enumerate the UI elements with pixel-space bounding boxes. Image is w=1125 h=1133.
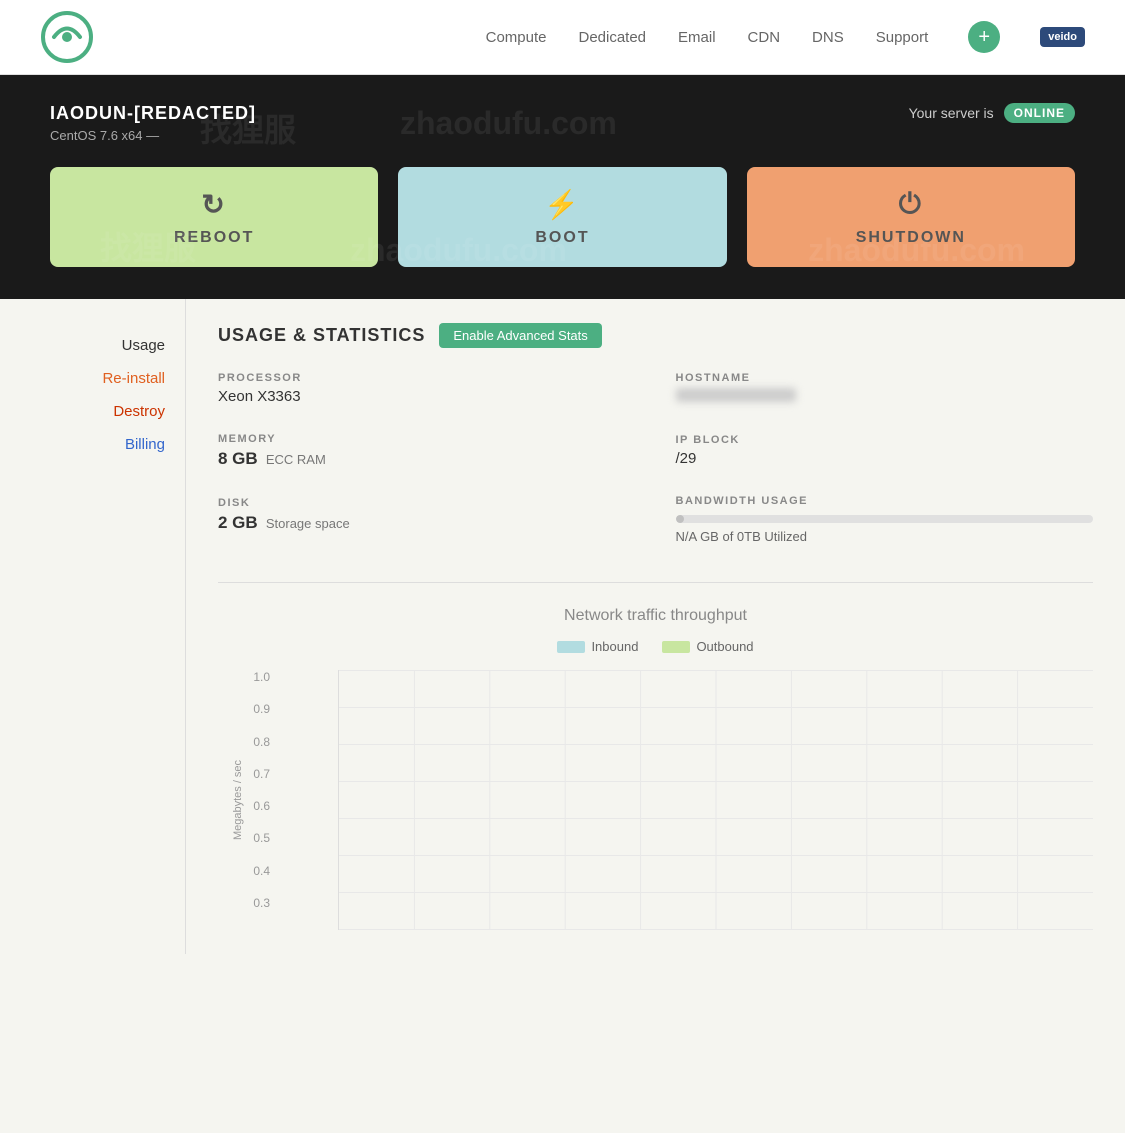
memory-unit: ECC RAM xyxy=(266,452,326,467)
y-label-05: 0.5 xyxy=(224,831,270,845)
logo-icon xyxy=(40,10,95,65)
nav-dedicated[interactable]: Dedicated xyxy=(578,29,646,46)
nav-cdn[interactable]: CDN xyxy=(748,29,781,46)
processor-label: PROCESSOR xyxy=(218,372,636,384)
content-panel: USAGE & STATISTICS Enable Advanced Stats… xyxy=(185,299,1125,954)
nav-compute[interactable]: Compute xyxy=(486,29,547,46)
bandwidth-text: N/A GB of 0TB Utilized xyxy=(676,529,1094,544)
hostname-value xyxy=(676,388,1094,406)
main-content: Usage Re-install Destroy Billing USAGE &… xyxy=(0,299,1125,954)
header: Compute Dedicated Email CDN DNS Support … xyxy=(0,0,1125,75)
bandwidth-block: BANDWIDTH USAGE N/A GB of 0TB Utilized xyxy=(676,495,1094,544)
boot-icon: ⚡ xyxy=(544,188,581,221)
hero-section: 找狸服 zhaodufu.com 找狸服 zhaodufu.com zhaodu… xyxy=(0,75,1125,299)
nav-email[interactable]: Email xyxy=(678,29,716,46)
divider xyxy=(218,582,1093,583)
ip-block-block: IP BLOCK /29 xyxy=(676,434,1094,467)
y-label-10: 1.0 xyxy=(224,670,270,684)
chart-legend: Inbound Outbound xyxy=(218,639,1093,654)
enable-stats-button[interactable]: Enable Advanced Stats xyxy=(439,323,601,348)
stats-grid: PROCESSOR Xeon X3363 MEMORY 8 GB ECC RAM… xyxy=(218,372,1093,572)
sidebar-item-usage[interactable]: Usage xyxy=(20,329,165,362)
legend-outbound: Outbound xyxy=(662,639,753,654)
inbound-label: Inbound xyxy=(591,639,638,654)
y-label-06: 0.6 xyxy=(224,799,270,813)
shutdown-label: SHUTDOWN xyxy=(856,229,966,247)
inbound-color-swatch xyxy=(557,641,585,653)
sidebar-item-destroy[interactable]: Destroy xyxy=(20,395,165,428)
chart-container xyxy=(338,670,1093,930)
nav-add-button[interactable]: + xyxy=(968,21,1000,53)
y-label-09: 0.9 xyxy=(224,702,270,716)
shutdown-button[interactable]: ⏻ SHUTDOWN xyxy=(747,167,1075,267)
boot-label: BOOT xyxy=(535,229,589,247)
y-label-07: 0.7 xyxy=(224,767,270,781)
boot-button[interactable]: ⚡ BOOT xyxy=(398,167,726,267)
bandwidth-bar xyxy=(676,515,1094,523)
y-label-03: 0.3 xyxy=(224,896,270,910)
reboot-label: REBOOT xyxy=(174,229,254,247)
reboot-icon: ↻ xyxy=(201,188,226,221)
hostname-blurred xyxy=(676,388,796,402)
y-label-04: 0.4 xyxy=(224,864,270,878)
bandwidth-fill xyxy=(676,515,684,523)
y-axis-labels: 1.0 0.9 0.8 0.7 0.6 0.5 0.4 0.3 xyxy=(224,670,270,910)
nav-dns[interactable]: DNS xyxy=(812,29,844,46)
chart-section: Network traffic throughput Inbound Outbo… xyxy=(218,607,1093,930)
shutdown-icon: ⏻ xyxy=(899,188,923,221)
hostname-label: HOSTNAME xyxy=(676,372,1094,384)
processor-block: PROCESSOR Xeon X3363 xyxy=(218,372,636,405)
outbound-color-swatch xyxy=(662,641,690,653)
grid-line-8 xyxy=(339,929,1093,930)
user-badge: veido xyxy=(1040,27,1085,47)
ip-block-value: /29 xyxy=(676,450,1094,467)
legend-inbound: Inbound xyxy=(557,639,638,654)
status-label: Your server is xyxy=(909,105,994,121)
server-status: Your server is ONLINE xyxy=(909,103,1075,123)
y-axis-title: Megabytes / sec xyxy=(232,760,244,840)
disk-value: 2 GB Storage space xyxy=(218,513,636,533)
memory-value: 8 GB ECC RAM xyxy=(218,449,636,469)
status-badge: ONLINE xyxy=(1004,103,1075,123)
hostname-block: HOSTNAME xyxy=(676,372,1094,406)
bandwidth-label: BANDWIDTH USAGE xyxy=(676,495,1094,507)
section-title: USAGE & STATISTICS xyxy=(218,325,425,346)
chart-title: Network traffic throughput xyxy=(218,607,1093,625)
reboot-button[interactable]: ↻ REBOOT xyxy=(50,167,378,267)
outbound-label: Outbound xyxy=(696,639,753,654)
section-header: USAGE & STATISTICS Enable Advanced Stats xyxy=(218,323,1093,348)
nav-links: Compute Dedicated Email CDN DNS Support … xyxy=(486,21,1085,53)
disk-unit: Storage space xyxy=(266,516,350,531)
memory-block: MEMORY 8 GB ECC RAM xyxy=(218,433,636,469)
chart-svg xyxy=(339,670,1093,929)
server-subtitle: CentOS 7.6 x64 — xyxy=(50,128,1075,143)
ip-block-label: IP BLOCK xyxy=(676,434,1094,446)
action-buttons: ↻ REBOOT ⚡ BOOT ⏻ SHUTDOWN xyxy=(50,167,1075,267)
nav-support[interactable]: Support xyxy=(876,29,929,46)
memory-label: MEMORY xyxy=(218,433,636,445)
logo-area xyxy=(40,10,95,65)
disk-label: DISK xyxy=(218,497,636,509)
y-label-08: 0.8 xyxy=(224,735,270,749)
chart-wrapper: 1.0 0.9 0.8 0.7 0.6 0.5 0.4 0.3 Megabyte… xyxy=(278,670,1093,930)
sidebar: Usage Re-install Destroy Billing xyxy=(0,299,185,954)
sidebar-item-reinstall[interactable]: Re-install xyxy=(20,362,165,395)
disk-block: DISK 2 GB Storage space xyxy=(218,497,636,533)
sidebar-item-billing[interactable]: Billing xyxy=(20,428,165,461)
processor-value: Xeon X3363 xyxy=(218,388,636,405)
